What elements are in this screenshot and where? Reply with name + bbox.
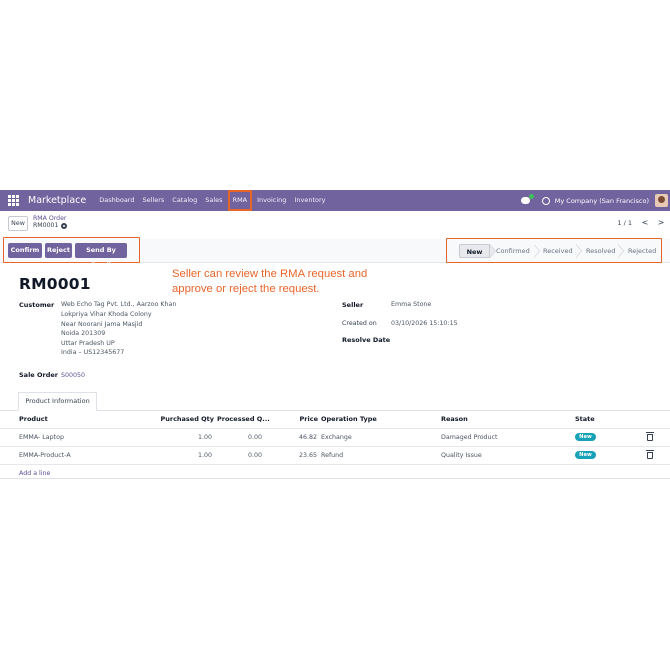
- menu-inventory[interactable]: Inventory: [290, 190, 329, 211]
- column-reason[interactable]: Reason: [441, 415, 468, 423]
- menu-dashboard[interactable]: Dashboard: [95, 190, 138, 211]
- breadcrumb-parent[interactable]: RMA Order: [33, 215, 66, 222]
- stage-rejected[interactable]: Rejected: [628, 244, 656, 258]
- customer-address: Lokpriya Vihar Khoda Colony Near Noorani…: [61, 310, 152, 358]
- breadcrumb-current-label: RM0001: [33, 222, 59, 229]
- cell-price[interactable]: 23.65: [280, 452, 317, 459]
- menu-sales[interactable]: Sales: [201, 190, 226, 211]
- state-badge: New: [575, 451, 596, 459]
- cell-purchased-qty[interactable]: 1.00: [170, 434, 212, 441]
- column-price[interactable]: Price: [280, 415, 318, 423]
- stage-confirmed[interactable]: Confirmed: [496, 244, 530, 258]
- column-operation-type[interactable]: Operation Type: [321, 415, 377, 423]
- stage-new[interactable]: New: [459, 244, 490, 258]
- cell-operation-type[interactable]: Exchange: [321, 434, 352, 441]
- send-by-email-button[interactable]: Send By Email: [75, 243, 127, 269]
- top-navbar: Marketplace Dashboard Sellers Catalog Sa…: [0, 190, 670, 211]
- pager-previous-button[interactable]: <: [639, 216, 651, 229]
- trash-icon[interactable]: [646, 450, 654, 459]
- stage-resolved[interactable]: Resolved: [586, 244, 615, 258]
- record-title: RM0001: [19, 275, 91, 293]
- reject-button[interactable]: Reject: [45, 243, 72, 258]
- navbar-right: My Company (San Francisco): [520, 190, 670, 211]
- annotation-line-2: approve or reject the request.: [172, 283, 320, 295]
- tutorial-annotation: Seller can review the RMA request and ap…: [172, 267, 392, 297]
- seller-label: Seller: [342, 301, 364, 309]
- pager-value[interactable]: 1 / 1: [617, 219, 632, 227]
- table-row-divider: [0, 464, 670, 465]
- annotation-line-1: Seller can review the RMA request and: [172, 268, 368, 280]
- resolve-date-label: Resolve Date: [342, 336, 391, 344]
- form-bottom-divider: [0, 478, 670, 479]
- created-on-value: 03/10/2026 15:10:15: [391, 320, 458, 327]
- confirm-button[interactable]: Confirm: [8, 243, 42, 258]
- app-brand[interactable]: Marketplace: [28, 195, 86, 206]
- address-line: Noida 201309: [61, 330, 106, 338]
- menu-invoicing[interactable]: Invoicing: [253, 190, 290, 211]
- menu-sellers[interactable]: Sellers: [138, 190, 168, 211]
- table-header-divider: [0, 428, 670, 429]
- cell-reason[interactable]: Quality Issue: [441, 452, 482, 459]
- stage-separator: [576, 244, 584, 258]
- new-button[interactable]: New: [8, 216, 28, 231]
- state-badge: New: [575, 433, 596, 441]
- column-purchased-qty[interactable]: Purchased Qty: [160, 415, 214, 423]
- address-line: Uttar Pradesh UP: [61, 339, 115, 347]
- notification-dot: [528, 194, 534, 199]
- main-menu: Dashboard Sellers Catalog Sales RMA Invo…: [95, 190, 329, 211]
- stage-received[interactable]: Received: [543, 244, 573, 258]
- sale-order-label: Sale Order: [19, 371, 58, 379]
- created-on-label: Created on: [342, 320, 377, 327]
- apps-grid-icon[interactable]: [8, 195, 19, 206]
- cell-reason[interactable]: Damaged Product: [441, 434, 497, 441]
- user-avatar[interactable]: [655, 194, 668, 207]
- customer-name[interactable]: Web Echo Tag Pvt. Ltd., Aarzoo Khan: [61, 301, 176, 308]
- cell-product[interactable]: EMMA-Product-A: [19, 452, 71, 459]
- company-switcher[interactable]: My Company (San Francisco): [555, 197, 649, 205]
- cell-operation-type[interactable]: Refund: [321, 452, 343, 459]
- breadcrumb-current: RM0001: [33, 222, 68, 229]
- column-product[interactable]: Product: [19, 415, 48, 423]
- cell-processed-qty[interactable]: 0.00: [220, 434, 262, 441]
- customer-label: Customer: [19, 301, 55, 309]
- trash-icon[interactable]: [646, 432, 654, 441]
- column-state[interactable]: State: [575, 415, 595, 423]
- menu-catalog[interactable]: Catalog: [168, 190, 201, 211]
- tab-product-information[interactable]: Product Information: [18, 392, 97, 411]
- address-line: Near Noorani Jama Masjid: [61, 320, 143, 328]
- cell-price[interactable]: 46.82: [280, 434, 317, 441]
- sale-order-link[interactable]: S00050: [61, 372, 85, 379]
- seller-value[interactable]: Emma Stone: [391, 301, 431, 308]
- clock-icon[interactable]: [541, 196, 550, 205]
- cell-processed-qty[interactable]: 0.00: [220, 452, 262, 459]
- column-processed-qty[interactable]: Processed Q...: [217, 415, 270, 423]
- add-a-line-link[interactable]: Add a line: [19, 470, 50, 477]
- chat-icon[interactable]: [520, 194, 534, 204]
- pager-next-button[interactable]: >: [655, 216, 667, 229]
- address-line: India – US12345677: [61, 349, 125, 357]
- gear-icon[interactable]: [61, 222, 68, 229]
- cell-product[interactable]: EMMA- Laptop: [19, 434, 64, 441]
- table-row-divider: [0, 446, 670, 447]
- address-line: Lokpriya Vihar Khoda Colony: [61, 311, 152, 318]
- control-panel: [0, 211, 670, 239]
- stage-separator: [618, 244, 626, 258]
- tab-divider: [0, 410, 670, 411]
- cell-purchased-qty[interactable]: 1.00: [170, 452, 212, 459]
- menu-rma[interactable]: RMA: [227, 190, 253, 211]
- stage-separator: [534, 244, 542, 258]
